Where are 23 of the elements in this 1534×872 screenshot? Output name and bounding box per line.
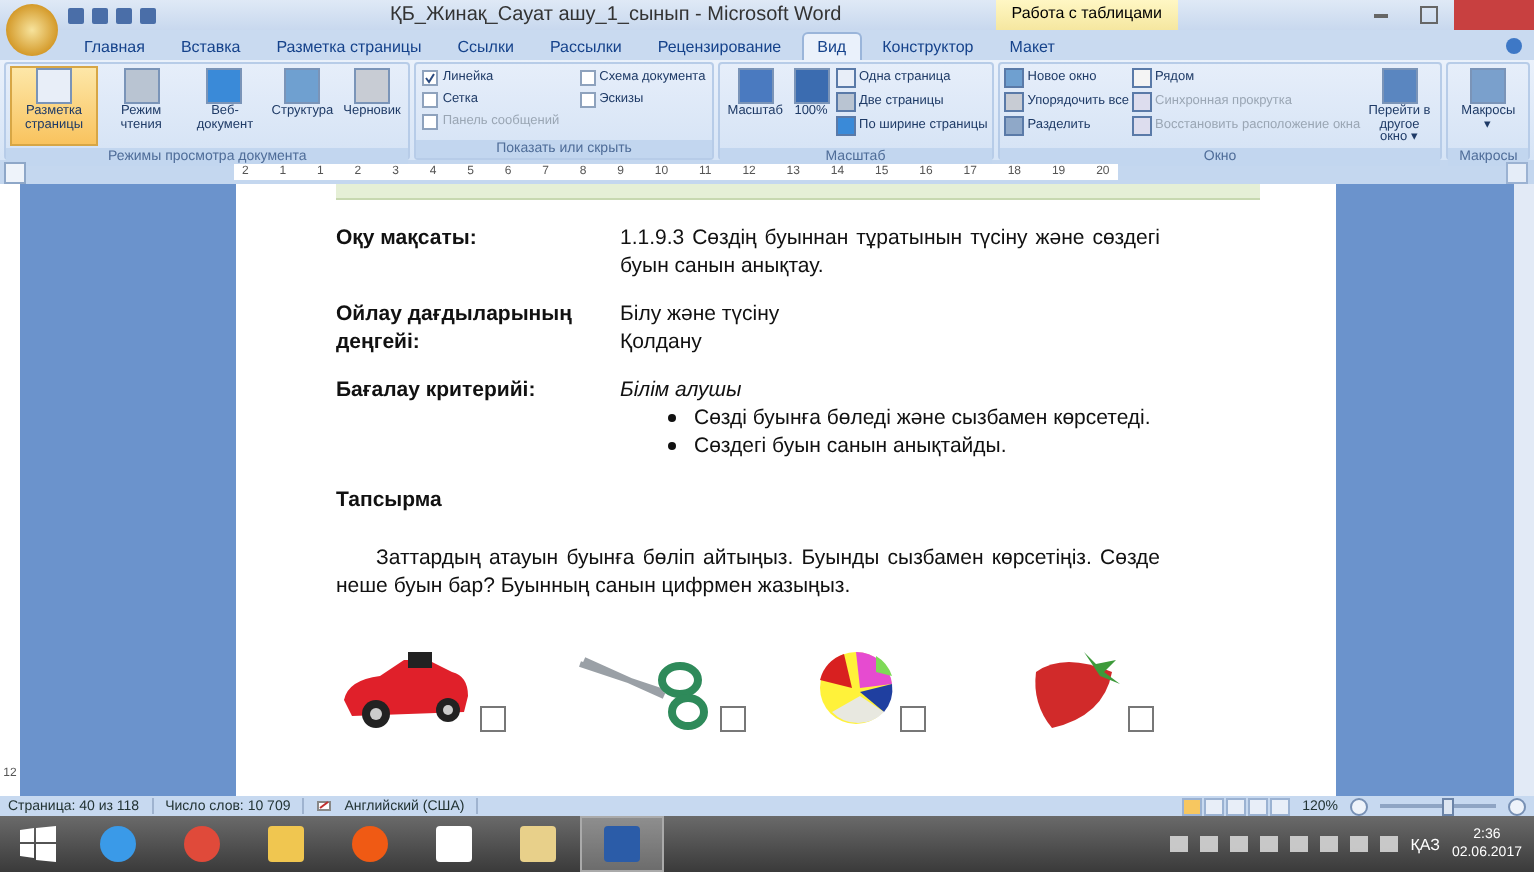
ribbon-tab[interactable]: Макет [993,32,1071,60]
cell-text: Білім алушы [620,376,744,404]
input-language[interactable]: ҚАЗ [1410,835,1440,853]
task-text: Заттардың атауын буынға бөліп айтыңыз. Буынды сызбамен көрсетіңіз. Сөзде неше буын бар? Буынның санын цифрмен жазыңыз. [336,544,1160,600]
cell-text: 1.1.9.3 Сөздің буыннан тұратынын түсіну және сөздегі буын санын анықтау. [620,224,1160,280]
ribbon-tab[interactable]: Рецензирование [641,32,798,60]
ribbon-tab[interactable]: Ссылки [441,32,530,60]
ribbon-tab[interactable]: Главная [68,32,161,60]
ribbon-tab[interactable]: Конструктор [866,32,990,60]
window-title: ҚБ_Жинақ_Сауат ашу_1_сынып - Microsoft Word [388,4,844,26]
row-label: Ойлау дағдыларының деңгейі: [336,300,574,356]
context-label: Работа с таблицами [995,0,1178,30]
task-heading: Тапсырма [336,488,444,512]
ribbon-tab[interactable]: Вставка [164,32,257,60]
cell-text: Білу және түсіну [620,300,782,328]
ribbon-tab[interactable]: Вид [801,32,863,60]
row-label: Бағалау критерийі: [336,376,538,406]
bullet-text: Сөздегі буын санын анықтайды. [694,432,1007,460]
cell-text: Қолдану [620,328,704,356]
bullet-text: Сөзді буынға бөледі және сызбамен көрсетеді. [694,404,1151,432]
row-label: Оқу мақсаты: [336,224,479,254]
ribbon-tab[interactable]: Разметка страницы [260,32,438,60]
ribbon-tab[interactable]: Рассылки [533,32,638,60]
